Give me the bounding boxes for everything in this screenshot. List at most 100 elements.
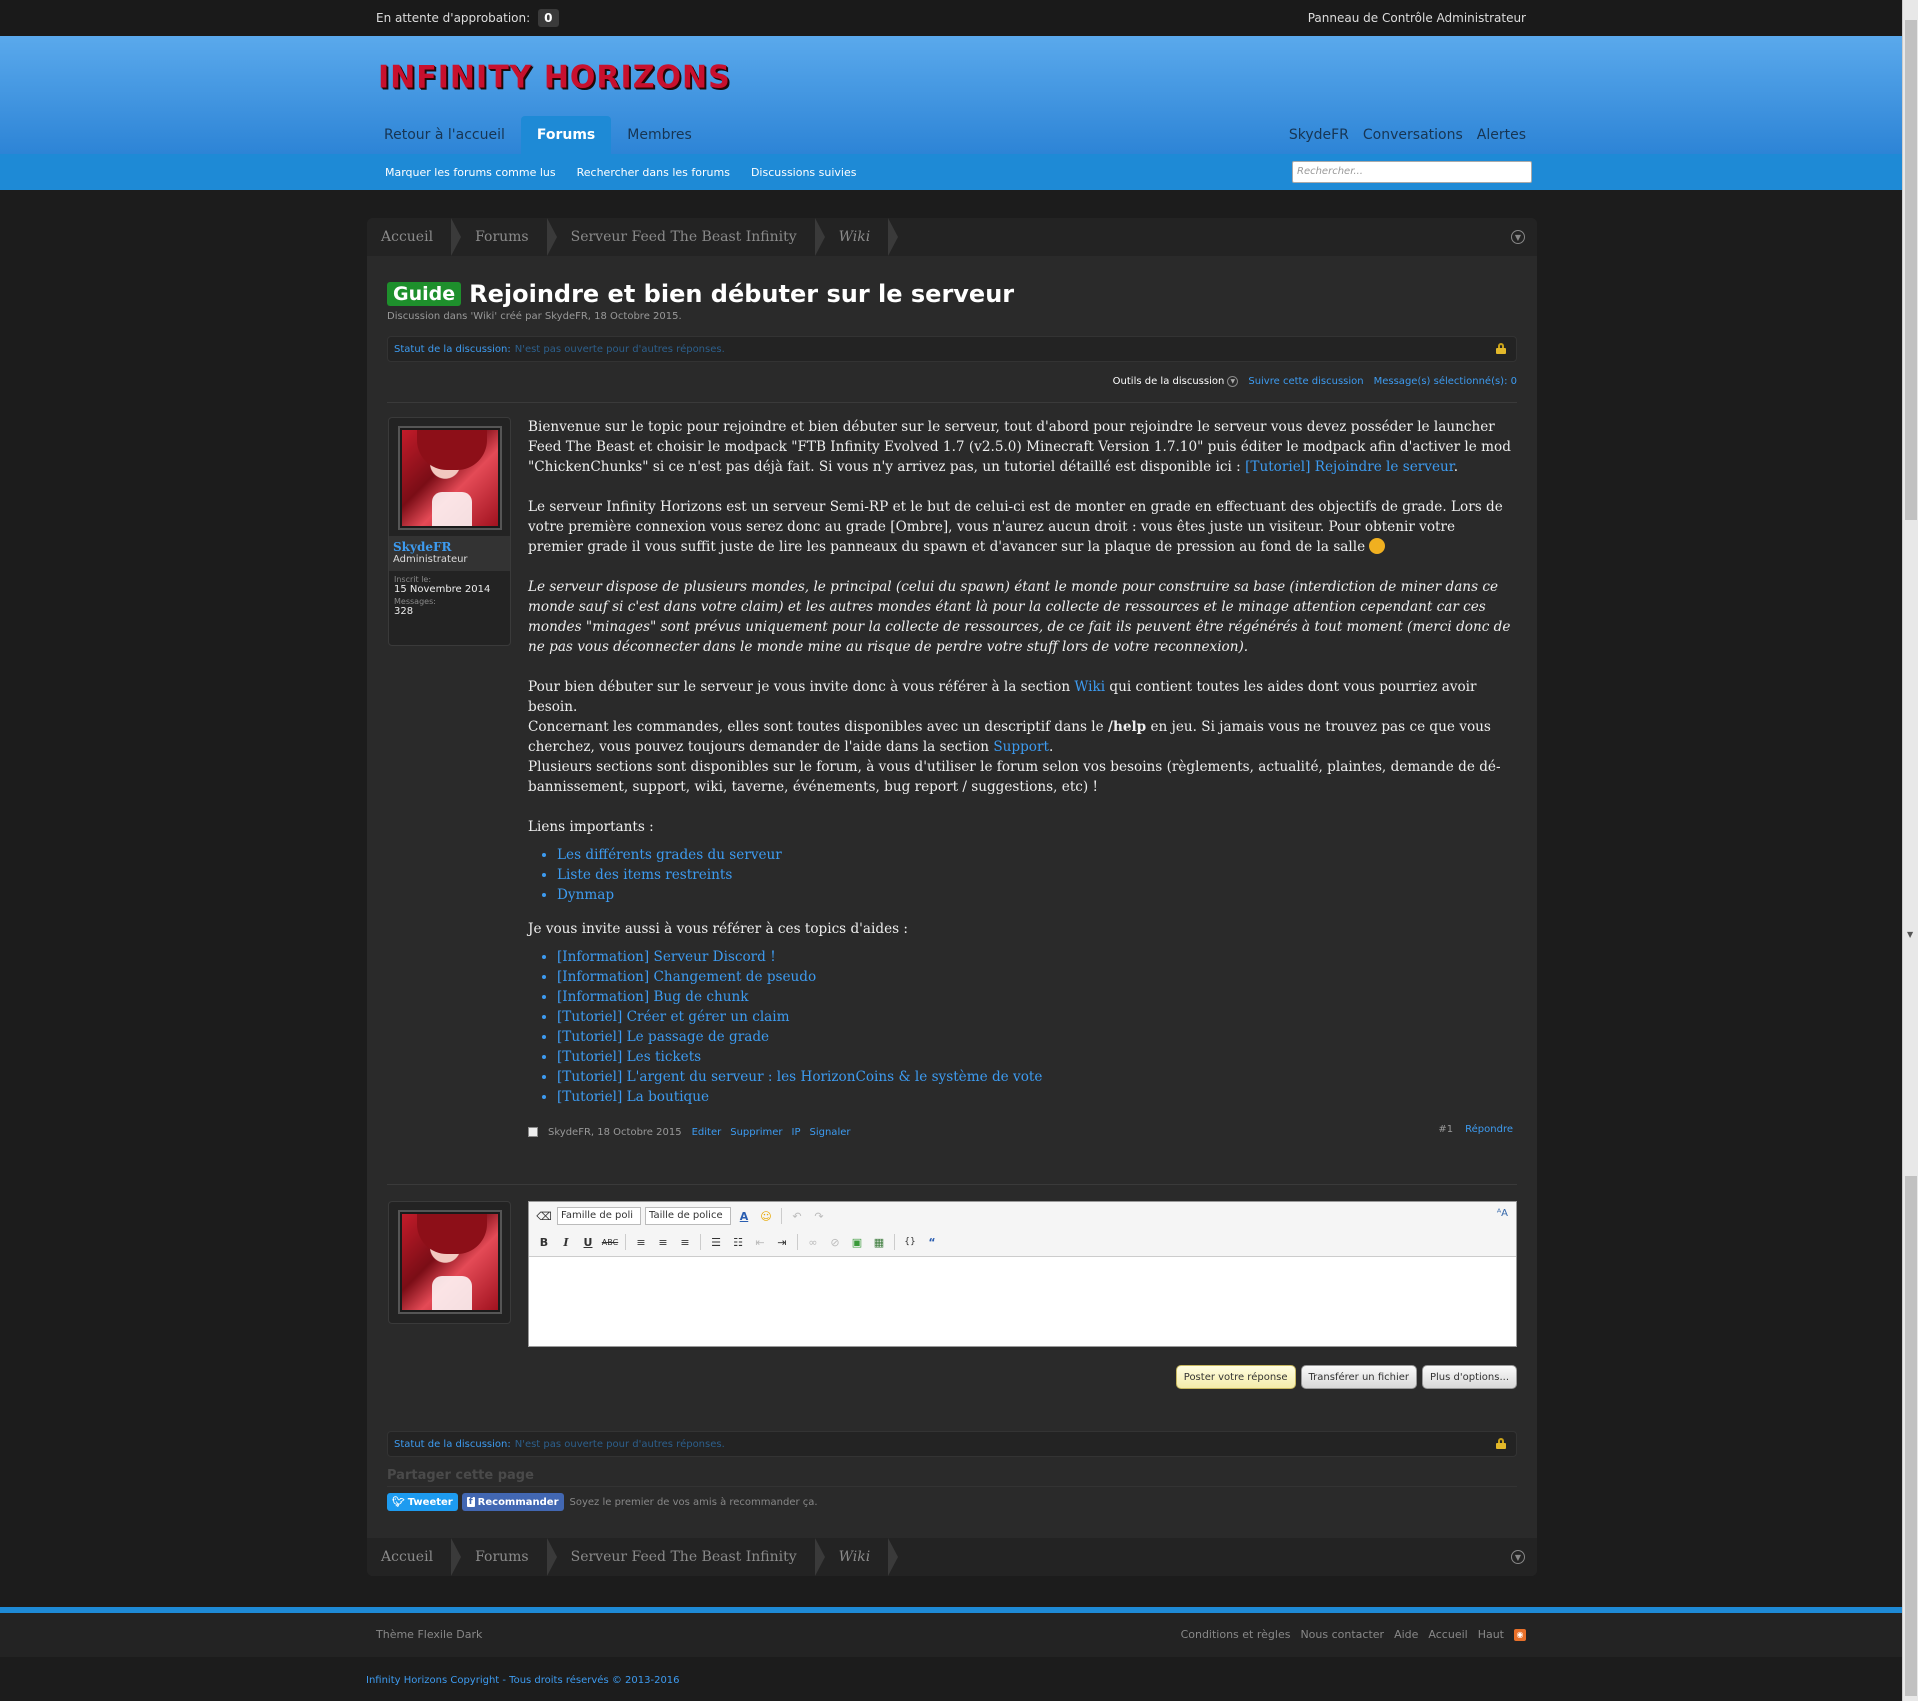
- footer-link-home[interactable]: Accueil: [1428, 1628, 1467, 1641]
- text-color-icon[interactable]: A: [735, 1207, 753, 1225]
- topic-link[interactable]: [Tutoriel] Les tickets: [557, 1049, 701, 1065]
- reply-textarea[interactable]: [529, 1257, 1516, 1346]
- toggle-bbcode-icon[interactable]: ᴬA: [1497, 1208, 1508, 1219]
- page-title: Rejoindre et bien débuter sur le serveur: [469, 280, 1015, 308]
- bold-icon[interactable]: B: [535, 1233, 553, 1251]
- align-right-icon[interactable]: ≡: [676, 1233, 694, 1251]
- report-link[interactable]: Signaler: [810, 1127, 851, 1138]
- copyright-notice[interactable]: Infinity Horizons Copyright - Tous droit…: [366, 1675, 680, 1686]
- topic-link[interactable]: [Information] Bug de chunk: [557, 989, 748, 1005]
- more-options-button[interactable]: Plus d'options...: [1422, 1365, 1517, 1389]
- indent-icon[interactable]: ⇥: [773, 1233, 791, 1251]
- thread-tools-menu[interactable]: Outils de la discussion ▼: [1113, 376, 1239, 387]
- edit-link[interactable]: Editer: [692, 1127, 722, 1138]
- topic-link[interactable]: [Tutoriel] Le passage de grade: [557, 1029, 769, 1045]
- tutorial-join-link[interactable]: [Tutoriel] Rejoindre le serveur: [1245, 459, 1454, 475]
- jump-menu-chevron-icon[interactable]: ▼: [1511, 230, 1525, 244]
- help-topics-list: [Information] Serveur Discord ! [Informa…: [528, 947, 1513, 1107]
- image-icon[interactable]: ▣: [848, 1233, 866, 1251]
- nav-tab-forums[interactable]: Forums: [520, 116, 612, 154]
- nav-tab-home[interactable]: Retour à l'accueil: [376, 116, 513, 154]
- footer-link-help[interactable]: Aide: [1394, 1628, 1418, 1641]
- reply-link[interactable]: Répondre: [1465, 1124, 1513, 1135]
- search-forums-link[interactable]: Rechercher dans les forums: [577, 166, 730, 179]
- smiley-icon[interactable]: ☺: [757, 1207, 775, 1225]
- breadcrumb-home[interactable]: Accueil: [367, 218, 462, 256]
- username-link[interactable]: SkydeFR: [393, 540, 506, 554]
- footer-link-contact[interactable]: Nous contacter: [1300, 1628, 1384, 1641]
- link-grades[interactable]: Les différents grades du serveur: [557, 847, 782, 863]
- unlink-icon[interactable]: ⊘: [826, 1233, 844, 1251]
- remove-format-icon[interactable]: ⌫: [535, 1207, 553, 1225]
- list-item: Liste des items restreints: [557, 865, 1513, 885]
- avatar[interactable]: [397, 1210, 502, 1314]
- redo-icon[interactable]: ↷: [810, 1207, 828, 1225]
- wiki-link[interactable]: Wiki: [1074, 679, 1105, 695]
- font-size-select[interactable]: Taille de police: [645, 1207, 731, 1225]
- breadcrumb-forums[interactable]: Forums: [461, 218, 557, 256]
- breadcrumb-category[interactable]: Serveur Feed The Beast Infinity: [557, 1538, 825, 1576]
- site-logo[interactable]: INFINITY HORIZONS: [378, 59, 731, 96]
- tweet-button[interactable]: 🐦︎ Tweeter: [387, 1493, 458, 1511]
- search-input[interactable]: Rechercher...: [1292, 161, 1532, 183]
- jump-menu-chevron-icon[interactable]: ▼: [1511, 1550, 1525, 1564]
- nav-conversations[interactable]: Conversations: [1363, 116, 1463, 154]
- nav-alerts[interactable]: Alertes: [1477, 116, 1526, 154]
- scrollbar-thumb[interactable]: [1905, 1176, 1917, 1696]
- theme-chooser-link[interactable]: Thème Flexile Dark: [376, 1628, 482, 1641]
- watch-thread-link[interactable]: Suivre cette discussion: [1248, 376, 1363, 387]
- topic-link[interactable]: [Information] Serveur Discord !: [557, 949, 776, 965]
- link-icon[interactable]: ∞: [804, 1233, 822, 1251]
- post-number[interactable]: #1: [1438, 1124, 1453, 1135]
- topic-link[interactable]: [Information] Changement de pseudo: [557, 969, 816, 985]
- underline-icon[interactable]: U: [579, 1233, 597, 1251]
- breadcrumb-current[interactable]: Wiki: [825, 1538, 898, 1576]
- undo-icon[interactable]: ↶: [788, 1207, 806, 1225]
- breadcrumb-current[interactable]: Wiki: [825, 218, 898, 256]
- facebook-recommend-button[interactable]: f Recommander: [461, 1493, 564, 1511]
- topic-link[interactable]: [Tutoriel] Créer et gérer un claim: [557, 1009, 790, 1025]
- outdent-icon[interactable]: ⇤: [751, 1233, 769, 1251]
- watched-threads-link[interactable]: Discussions suivies: [751, 166, 857, 179]
- upload-file-button[interactable]: Transférer un fichier: [1300, 1365, 1417, 1389]
- moderation-queue[interactable]: En attente d'approbation: 0: [376, 9, 559, 27]
- strikethrough-icon[interactable]: ABC: [601, 1233, 619, 1251]
- align-left-icon[interactable]: ≡: [632, 1233, 650, 1251]
- ip-link[interactable]: IP: [792, 1127, 801, 1138]
- quote-icon[interactable]: “: [923, 1233, 941, 1251]
- support-link[interactable]: Support: [993, 739, 1049, 755]
- avatar[interactable]: [397, 426, 502, 530]
- post-reply-button[interactable]: Poster votre réponse: [1175, 1365, 1296, 1389]
- thread-tools: Outils de la discussion ▼ Suivre cette d…: [1113, 376, 1517, 387]
- message-meta[interactable]: SkydeFR, 18 Octobre 2015: [548, 1127, 682, 1138]
- numbered-list-icon[interactable]: ☷: [729, 1233, 747, 1251]
- media-icon[interactable]: ▦: [870, 1233, 888, 1251]
- bullet-list-icon[interactable]: ☰: [707, 1233, 725, 1251]
- breadcrumb-forums[interactable]: Forums: [461, 1538, 557, 1576]
- list-item: [Tutoriel] Créer et gérer un claim: [557, 1007, 1513, 1027]
- topic-link[interactable]: [Tutoriel] L'argent du serveur : les Hor…: [557, 1069, 1042, 1085]
- topic-link[interactable]: [Tutoriel] La boutique: [557, 1089, 709, 1105]
- delete-link[interactable]: Supprimer: [730, 1127, 782, 1138]
- page-scrollbar[interactable]: ▼: [1902, 0, 1918, 1701]
- font-family-select[interactable]: Famille de poli: [557, 1207, 641, 1225]
- mark-forums-read-link[interactable]: Marquer les forums comme lus: [385, 166, 556, 179]
- link-restricted-items[interactable]: Liste des items restreints: [557, 867, 732, 883]
- thread-status-label: Statut de la discussion:: [394, 1438, 511, 1450]
- footer-link-top[interactable]: Haut: [1478, 1628, 1504, 1641]
- scroll-down-arrow-icon[interactable]: ▼: [1907, 930, 1913, 939]
- nav-account-username[interactable]: SkydeFR: [1289, 116, 1349, 154]
- code-icon[interactable]: {}: [901, 1233, 919, 1251]
- rss-icon[interactable]: ◉: [1514, 1628, 1526, 1641]
- align-center-icon[interactable]: ≡: [654, 1233, 672, 1251]
- admin-control-panel-link[interactable]: Panneau de Contrôle Administrateur: [1308, 11, 1526, 25]
- selected-messages-link[interactable]: Message(s) sélectionné(s): 0: [1374, 376, 1517, 387]
- post-text: .: [1048, 739, 1054, 755]
- link-dynmap[interactable]: Dynmap: [557, 887, 614, 903]
- breadcrumb-category[interactable]: Serveur Feed The Beast Infinity: [557, 218, 825, 256]
- breadcrumb-home[interactable]: Accueil: [367, 1538, 462, 1576]
- italic-icon[interactable]: I: [557, 1233, 575, 1251]
- footer-link-terms[interactable]: Conditions et règles: [1181, 1628, 1291, 1641]
- nav-tab-members[interactable]: Membres: [619, 116, 700, 154]
- select-message-checkbox[interactable]: [528, 1127, 538, 1137]
